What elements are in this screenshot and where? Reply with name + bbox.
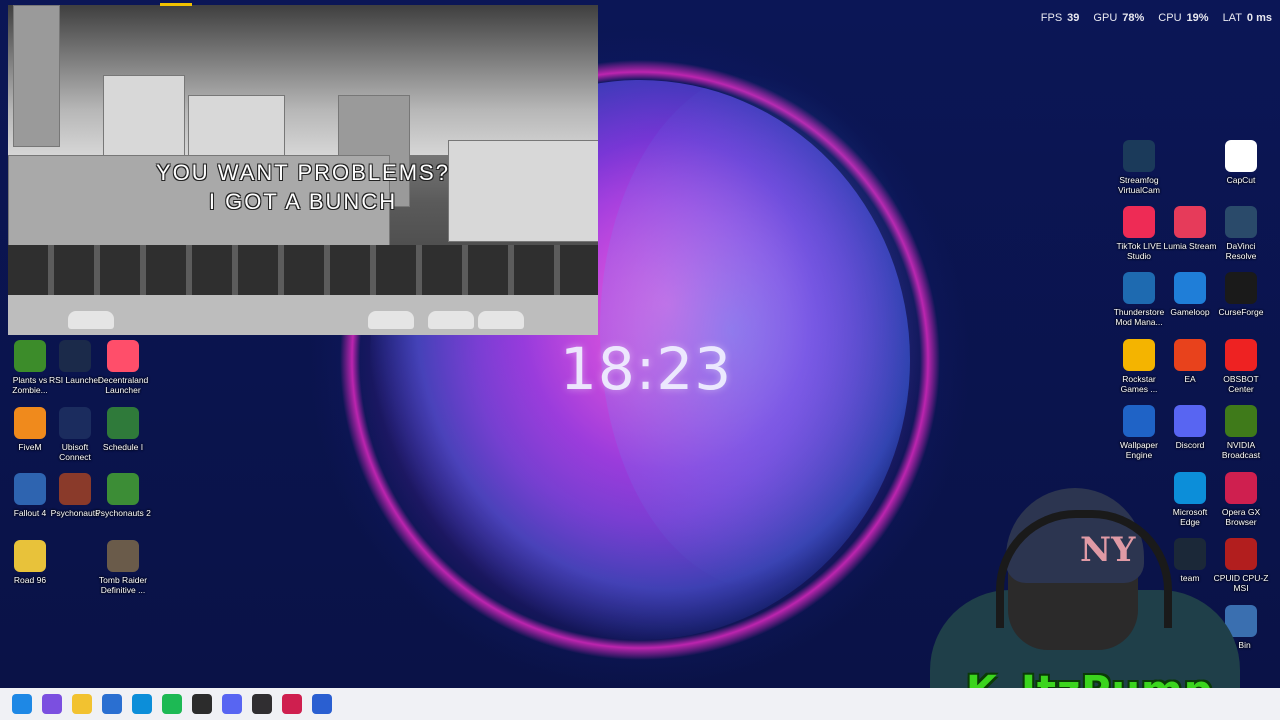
desktop-icon[interactable]: Rockstar Games ... [1111, 339, 1167, 394]
ea-icon [1174, 339, 1206, 371]
performance-overlay: FPS 39 GPU 78% CPU 19% LAT 0 ms [1041, 12, 1272, 24]
desktop-icon[interactable]: DaVinci Resolve [1213, 206, 1269, 261]
desktop-icon[interactable]: Thunderstore Mod Mana... [1111, 272, 1167, 327]
discord-icon[interactable] [222, 694, 242, 714]
desktop-icon-label: Gameloop [1170, 307, 1210, 317]
latency-stat: LAT 0 ms [1222, 12, 1272, 24]
discord-icon [1174, 405, 1206, 437]
desktop-icon[interactable]: Psychonauts 2 [95, 473, 151, 518]
video-sky [8, 5, 598, 155]
desktop-icon-label: Road 96 [13, 575, 47, 585]
desktop-icon[interactable]: OBSBOT Center [1213, 339, 1269, 394]
desktop-icon[interactable]: Streamfog VirtualCam [1111, 140, 1167, 195]
desktop-icon[interactable]: Road 96 [2, 540, 58, 585]
video-car [428, 311, 474, 329]
fallout-icon [14, 473, 46, 505]
edge-icon[interactable] [132, 694, 152, 714]
desktop-icon[interactable]: Discord [1162, 405, 1218, 450]
desktop-icon-label: Schedule I [102, 442, 144, 452]
video-car [478, 311, 524, 329]
davinci-icon [1225, 206, 1257, 238]
psychonauts2-icon [107, 473, 139, 505]
desktop-icon[interactable]: TikTok LIVE Studio [1111, 206, 1167, 261]
desktop-icon[interactable]: CapCut [1213, 140, 1269, 185]
desktop-icon-label: Decentraland Launcher [97, 375, 149, 395]
desktop-icon[interactable]: Schedule I [95, 407, 151, 452]
desktop-icon-label: OBSBOT Center [1223, 374, 1259, 394]
desktop-icon-label: DaVinci Resolve [1225, 241, 1257, 261]
desktop-icon-label: Discord [1175, 440, 1205, 450]
fivem-icon [14, 407, 46, 439]
nvidia-icon [1225, 405, 1257, 437]
plants-vs-zombies-icon [14, 340, 46, 372]
desktop-icon[interactable]: Decentraland Launcher [95, 340, 151, 395]
cpu-stat: CPU 19% [1158, 12, 1209, 24]
desktop-icon-label: Lumia Stream [1163, 241, 1217, 251]
desktop-icon-label: TikTok LIVE Studio [1116, 241, 1162, 261]
webcam-overlay: NY [900, 480, 1260, 700]
network-icon[interactable] [312, 694, 332, 714]
taskbar [0, 688, 1280, 720]
desktop-icon[interactable]: NVIDIA Broadcast [1213, 405, 1269, 460]
cap-logo: NY [1080, 530, 1136, 570]
desktop-icon-label: Thunderstore Mod Mana... [1113, 307, 1165, 327]
desktop-icon[interactable]: Lumia Stream [1162, 206, 1218, 251]
schedule-icon [107, 407, 139, 439]
desktop-icon-label: CurseForge [1218, 307, 1264, 317]
obs-icon[interactable] [252, 694, 272, 714]
wallpaper-particles [600, 70, 930, 590]
desktop-icon[interactable]: CurseForge [1213, 272, 1269, 317]
store-icon[interactable] [102, 694, 122, 714]
rockstar-icon [1123, 339, 1155, 371]
obsbot-icon [1225, 339, 1257, 371]
video-car [368, 311, 414, 329]
selection-marker [160, 3, 192, 6]
capcut-icon [1225, 140, 1257, 172]
desktop-icon-label: Streamfog VirtualCam [1118, 175, 1160, 195]
ubisoft-icon [59, 407, 91, 439]
opera-gx-icon[interactable] [282, 694, 302, 714]
file-explorer-icon[interactable] [72, 694, 92, 714]
decentraland-icon [107, 340, 139, 372]
lumia-icon [1174, 206, 1206, 238]
wallpaper-clock: 18:23 [560, 335, 733, 403]
desktop-icon[interactable]: Wallpaper Engine [1111, 405, 1167, 460]
copilot-icon[interactable] [42, 694, 62, 714]
gpu-stat: GPU 78% [1093, 12, 1145, 24]
video-caption-line2: I GOT A BUNCH [208, 189, 398, 214]
desktop-icon-label: CapCut [1226, 175, 1256, 185]
desktop-icon-label: Psychonauts 2 [95, 508, 151, 518]
streamfog-icon [1123, 140, 1155, 172]
desktop-icon-label: Rockstar Games ... [1120, 374, 1158, 394]
tiktok-icon [1123, 206, 1155, 238]
desktop-icon-label: Wallpaper Engine [1120, 440, 1158, 460]
desktop-icon[interactable]: Gameloop [1162, 272, 1218, 317]
video-caption-line1: YOU WANT PROBLEMS? [156, 160, 450, 185]
spotify-icon[interactable] [162, 694, 182, 714]
curseforge-icon [1225, 272, 1257, 304]
desktop-icon-label: EA [1184, 374, 1196, 384]
video-car [68, 311, 114, 329]
gameloop-icon [1174, 272, 1206, 304]
psychonauts-icon [59, 473, 91, 505]
rsi-launcher-icon [59, 340, 91, 372]
fps-stat: FPS 39 [1040, 12, 1080, 24]
road96-icon [14, 540, 46, 572]
video-overlay: YOU WANT PROBLEMS? I GOT A BUNCH [8, 5, 598, 335]
desktop-icon[interactable]: Tomb Raider Definitive ... [95, 540, 151, 595]
tomb-raider-icon [107, 540, 139, 572]
desktop-icon[interactable]: EA [1162, 339, 1218, 384]
desktop-icon-label: NVIDIA Broadcast [1221, 440, 1261, 460]
desktop-icon-label: Tomb Raider Definitive ... [98, 575, 148, 595]
wallpaper-engine-icon [1123, 405, 1155, 437]
terminal-icon[interactable] [192, 694, 212, 714]
windows-start-icon[interactable] [12, 694, 32, 714]
video-building [13, 5, 60, 147]
thunderstore-icon [1123, 272, 1155, 304]
